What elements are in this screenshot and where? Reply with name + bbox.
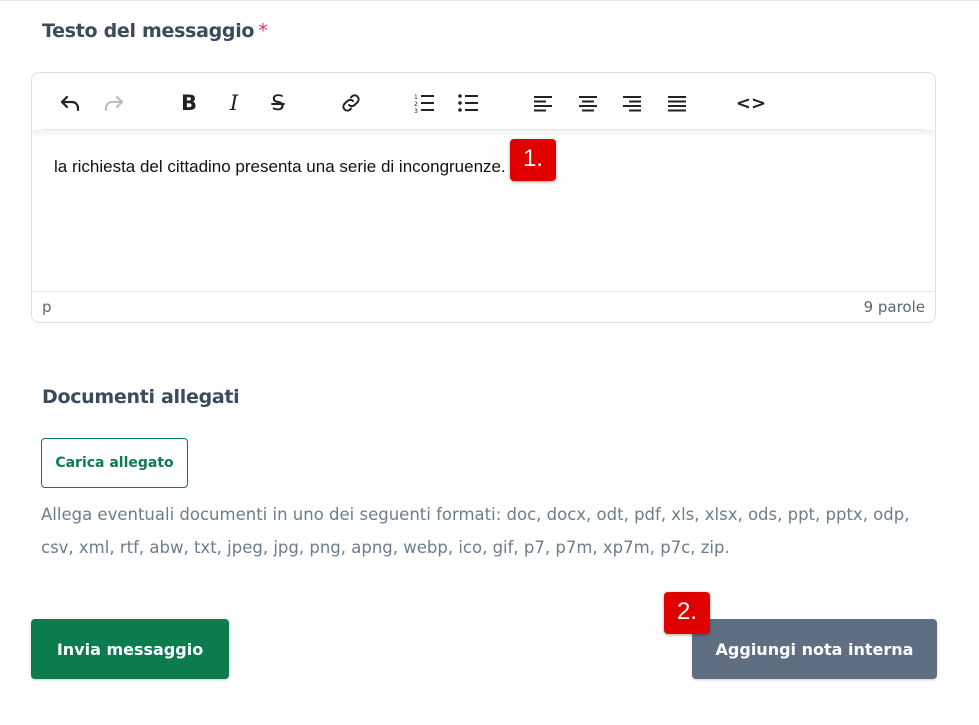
link-icon bbox=[339, 91, 363, 115]
redo-button[interactable] bbox=[100, 89, 128, 117]
align-left-button[interactable] bbox=[529, 89, 557, 117]
undo-button[interactable] bbox=[56, 89, 84, 117]
svg-text:3: 3 bbox=[414, 108, 418, 115]
annotation-badge-1: 1. bbox=[510, 139, 556, 181]
align-center-icon bbox=[576, 91, 600, 115]
editor-content[interactable]: la richiesta del cittadino presenta una … bbox=[54, 157, 506, 177]
strikethrough-button[interactable]: S bbox=[264, 89, 292, 117]
send-message-button[interactable]: Invia messaggio bbox=[31, 619, 229, 679]
justify-button[interactable] bbox=[663, 89, 691, 117]
undo-icon bbox=[58, 91, 82, 115]
word-count: 9 parole bbox=[863, 298, 925, 316]
link-button[interactable] bbox=[337, 89, 365, 117]
attachments-title: Documenti allegati bbox=[42, 386, 240, 408]
bold-button[interactable]: B bbox=[175, 89, 203, 117]
bullet-list-button[interactable] bbox=[454, 89, 482, 117]
toolbar-shadow bbox=[33, 130, 934, 138]
justify-icon bbox=[665, 91, 689, 115]
align-right-button[interactable] bbox=[618, 89, 646, 117]
editor-statusbar: p 9 parole bbox=[33, 291, 934, 323]
numbered-list-button[interactable]: 123 bbox=[410, 89, 438, 117]
svg-text:1: 1 bbox=[414, 94, 418, 101]
message-label: Testo del messaggio * bbox=[42, 20, 268, 42]
required-mark: * bbox=[258, 20, 268, 42]
italic-button[interactable]: I bbox=[220, 89, 248, 117]
redo-icon bbox=[102, 91, 126, 115]
allowed-formats-text: Allega eventuali documenti in uno dei se… bbox=[41, 505, 910, 557]
code-icon: <> bbox=[735, 92, 767, 114]
align-left-icon bbox=[531, 91, 555, 115]
source-code-button[interactable]: <> bbox=[735, 89, 767, 117]
align-center-button[interactable] bbox=[574, 89, 602, 117]
add-internal-note-button[interactable]: Aggiungi nota interna bbox=[692, 619, 937, 679]
italic-icon: I bbox=[229, 91, 239, 115]
editor-toolbar: B I S 123 <> bbox=[42, 73, 925, 130]
svg-text:2: 2 bbox=[414, 101, 418, 108]
upload-attachment-button[interactable]: Carica allegato bbox=[41, 438, 188, 488]
annotation-badge-2: 2. bbox=[664, 592, 710, 634]
strikethrough-icon: S bbox=[271, 91, 285, 115]
rich-text-editor: B I S 123 <> la richiesta del cittadino … bbox=[31, 72, 936, 323]
top-divider bbox=[0, 0, 979, 1]
numbered-list-icon: 123 bbox=[412, 91, 436, 115]
element-path[interactable]: p bbox=[42, 298, 52, 316]
align-right-icon bbox=[620, 91, 644, 115]
bold-icon: B bbox=[180, 91, 197, 115]
bullet-list-icon bbox=[456, 91, 480, 115]
